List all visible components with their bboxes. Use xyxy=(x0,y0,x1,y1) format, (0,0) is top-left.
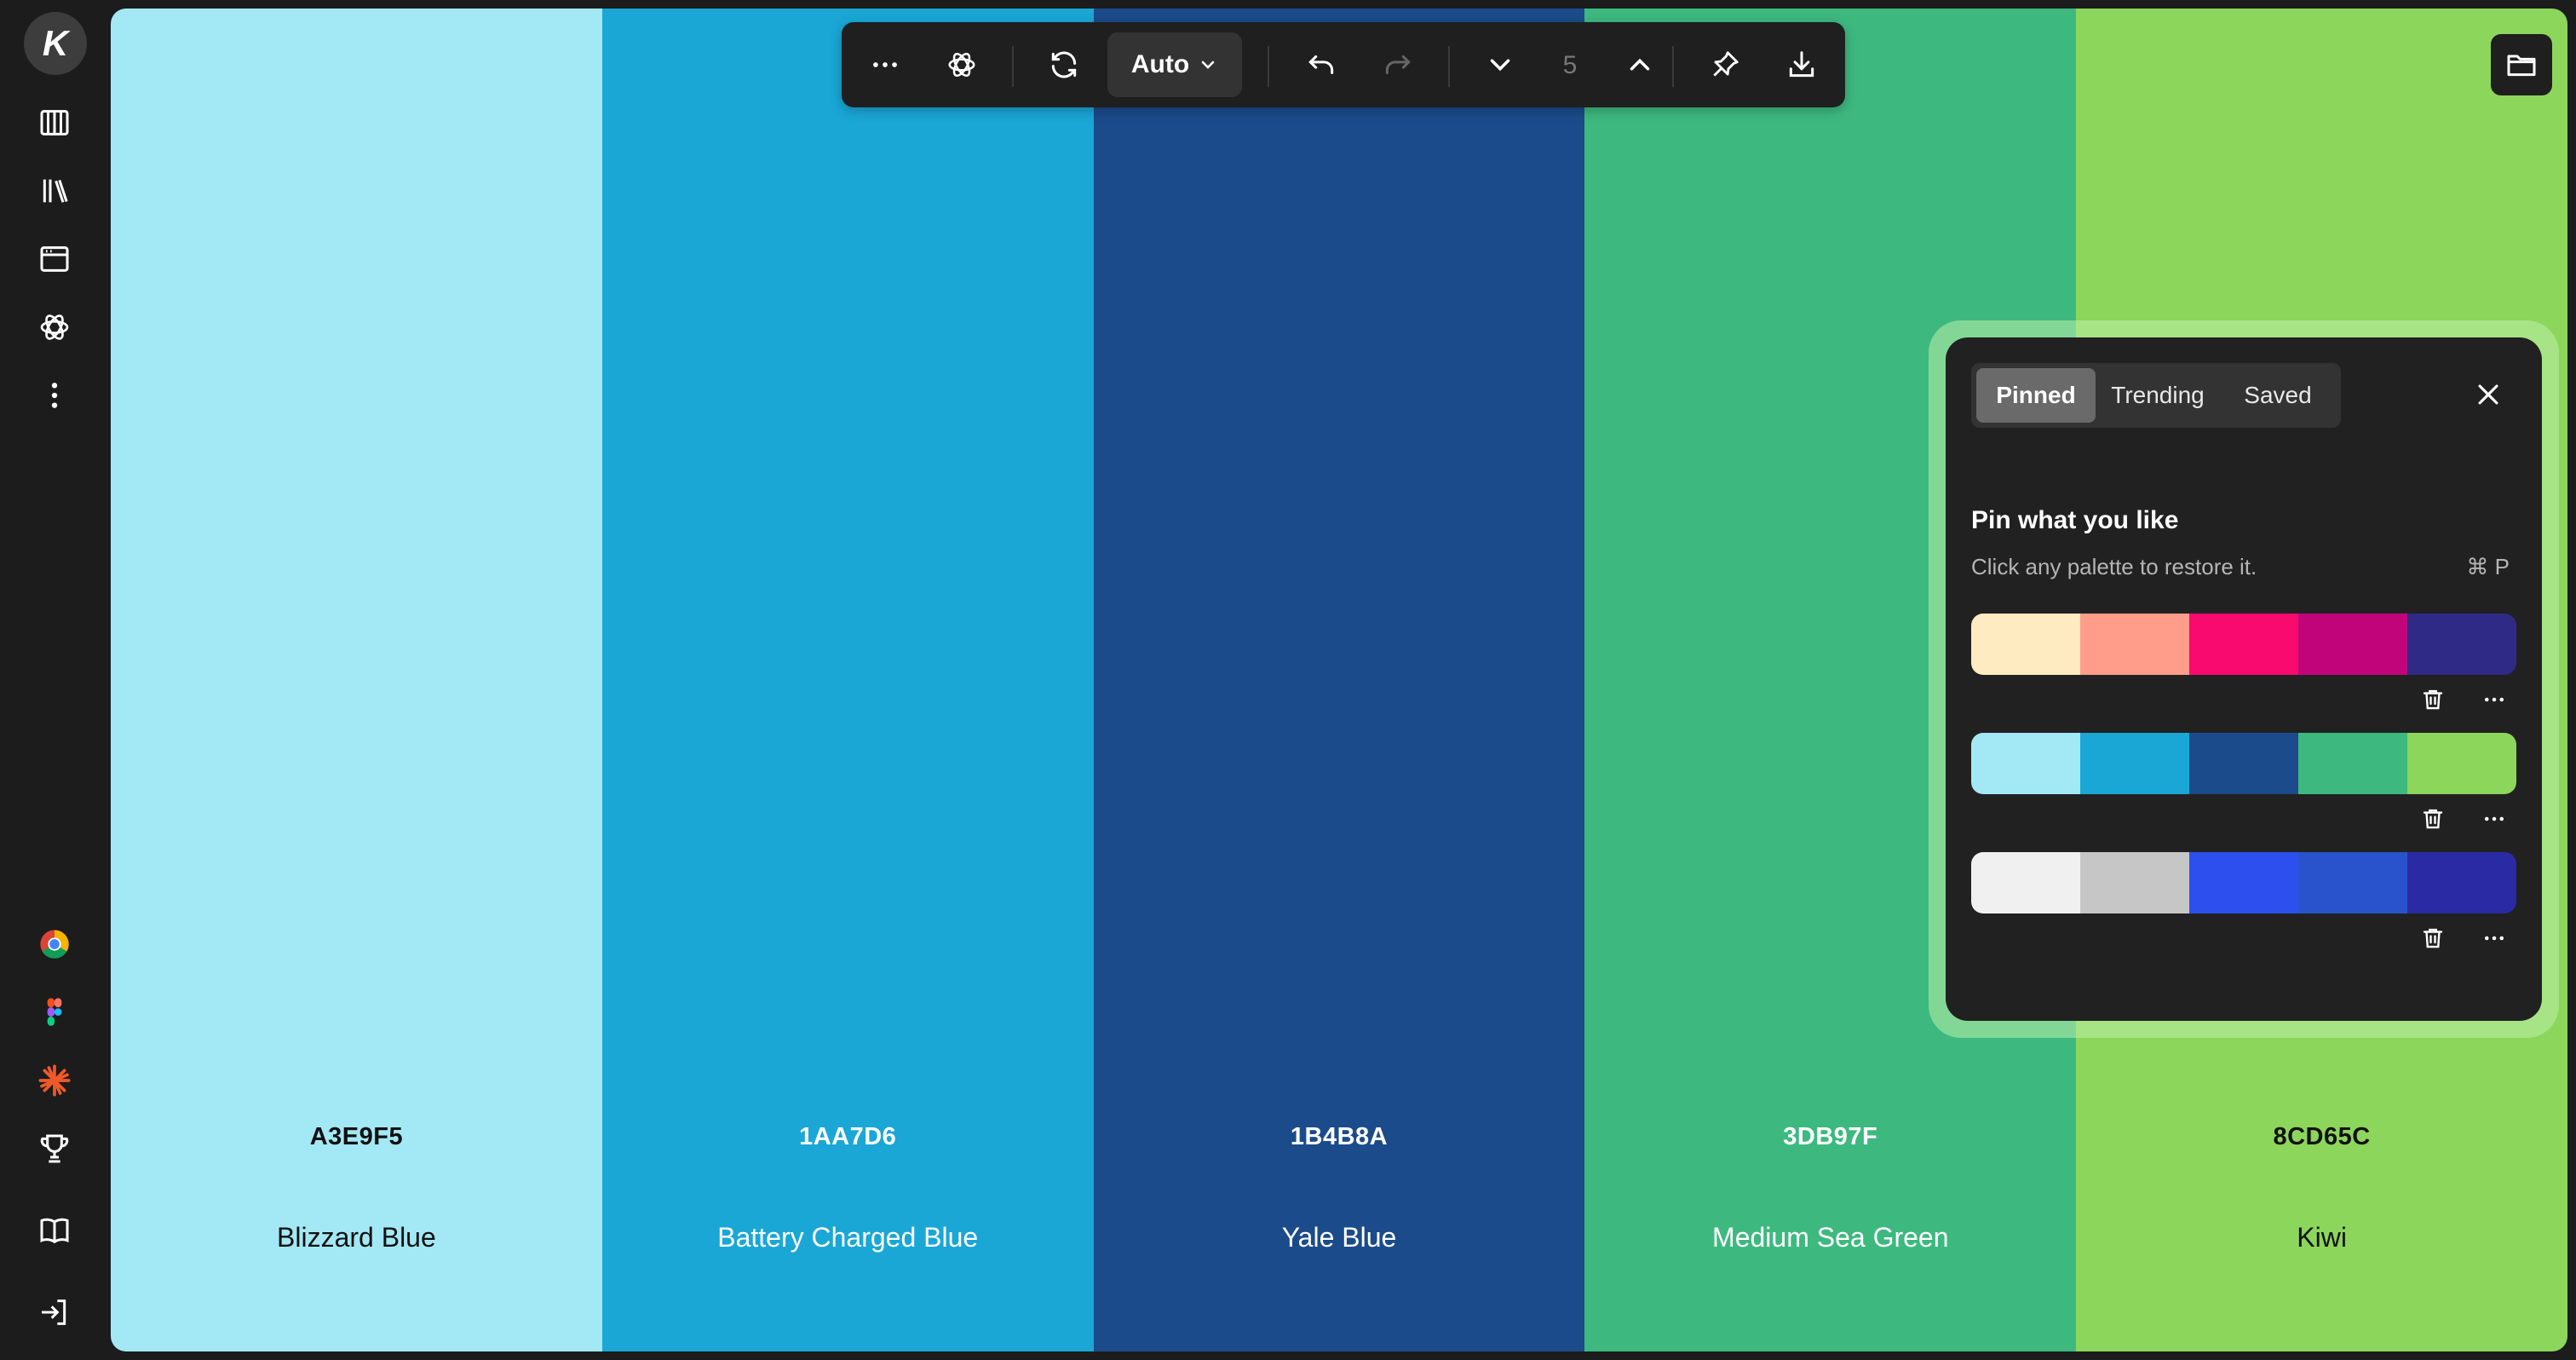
swatch-name: Kiwi xyxy=(2297,1222,2347,1253)
palette-color xyxy=(1971,614,2080,675)
redo-icon[interactable] xyxy=(1377,43,1419,86)
sign-in-icon[interactable] xyxy=(34,1292,75,1333)
columns-icon[interactable] xyxy=(34,102,75,143)
palette-color xyxy=(2080,852,2189,913)
pinned-palette-2[interactable] xyxy=(1971,733,2516,794)
burst-icon[interactable] xyxy=(34,1060,75,1101)
palette-color xyxy=(2298,852,2407,913)
download-icon[interactable] xyxy=(1780,43,1823,86)
toolbar-divider xyxy=(1672,46,1674,87)
swatch-1[interactable]: A3E9F5 Blizzard Blue xyxy=(111,9,602,1351)
palette-color xyxy=(2080,733,2189,794)
shortcut-hint: ⌘ P xyxy=(2466,554,2510,579)
swatch-name: Medium Sea Green xyxy=(1712,1222,1949,1253)
pin-icon[interactable] xyxy=(1704,43,1746,86)
sidebar: K xyxy=(0,0,109,1360)
swatch-hex[interactable]: A3E9F5 xyxy=(111,1123,602,1151)
chrome-icon[interactable] xyxy=(34,924,75,965)
library-icon[interactable] xyxy=(34,170,75,211)
palette-color xyxy=(2407,614,2516,675)
pinned-palette-3[interactable] xyxy=(1971,852,2516,913)
panel-tabs: Pinned Trending Saved xyxy=(1971,363,2341,428)
folder-button[interactable] xyxy=(2491,34,2552,95)
trash-icon[interactable] xyxy=(2414,681,2452,718)
more-horizontal-icon[interactable] xyxy=(2475,800,2513,838)
swatch-name: Battery Charged Blue xyxy=(717,1222,979,1253)
refresh-icon[interactable] xyxy=(1043,43,1085,86)
swatch-3[interactable]: 1B4B8A Yale Blue xyxy=(1093,9,1585,1351)
panel-subtitle: Click any palette to restore it. xyxy=(1971,554,2257,579)
tab-trending[interactable]: Trending xyxy=(2096,368,2220,423)
swatch-hex[interactable]: 1B4B8A xyxy=(1094,1123,1585,1151)
more-horizontal-icon[interactable] xyxy=(2475,919,2513,957)
undo-icon[interactable] xyxy=(1300,43,1343,86)
palette-color xyxy=(2298,614,2407,675)
palette-color xyxy=(1971,852,2080,913)
openai-icon[interactable] xyxy=(34,307,75,348)
swatch-name: Blizzard Blue xyxy=(277,1222,436,1253)
close-icon xyxy=(2478,384,2498,405)
palette-color xyxy=(2407,852,2516,913)
panel-title: Pin what you like xyxy=(1971,506,2179,534)
palette-color xyxy=(1971,733,2080,794)
tab-saved[interactable]: Saved xyxy=(2220,368,2336,423)
close-button[interactable] xyxy=(2467,373,2510,416)
palette-count: 5 xyxy=(1562,51,1578,79)
trash-icon[interactable] xyxy=(2414,919,2452,957)
swatch-hex[interactable]: 3DB97F xyxy=(1584,1123,2076,1151)
more-horizontal-icon[interactable] xyxy=(864,43,906,86)
book-icon[interactable] xyxy=(34,1210,75,1251)
toolbar-divider xyxy=(1268,46,1269,87)
app-logo[interactable]: K xyxy=(24,12,87,75)
palette-color xyxy=(2298,733,2407,794)
palette-color xyxy=(2407,733,2516,794)
trophy-icon[interactable] xyxy=(34,1128,75,1169)
swatch-hex[interactable]: 1AA7D6 xyxy=(602,1123,1094,1151)
trash-icon[interactable] xyxy=(2414,800,2452,838)
tab-pinned[interactable]: Pinned xyxy=(1976,368,2096,423)
palette-color xyxy=(2189,733,2298,794)
folder-icon xyxy=(2507,55,2536,77)
palette-color xyxy=(2189,852,2298,913)
openai-icon[interactable] xyxy=(940,43,983,86)
toolbar: Auto 5 xyxy=(842,22,1845,107)
palette-color xyxy=(2189,614,2298,675)
toolbar-divider xyxy=(1012,46,1014,87)
auto-mode-label: Auto xyxy=(1130,50,1190,78)
browser-window-icon[interactable] xyxy=(34,239,75,279)
arrow-up-icon[interactable] xyxy=(1619,43,1661,86)
arrow-down-icon[interactable] xyxy=(1479,43,1521,86)
chevron-down-icon xyxy=(1201,61,1215,69)
more-vertical-icon[interactable] xyxy=(34,375,75,416)
pinned-panel: Pinned Trending Saved Pin what you like … xyxy=(1946,337,2542,1021)
palette-color xyxy=(2080,614,2189,675)
swatch-2[interactable]: 1AA7D6 Battery Charged Blue xyxy=(601,9,1094,1351)
pinned-palette-1[interactable] xyxy=(1971,614,2516,675)
more-horizontal-icon[interactable] xyxy=(2475,681,2513,718)
toolbar-divider xyxy=(1448,46,1450,87)
swatch-hex[interactable]: 8CD65C xyxy=(2076,1123,2567,1151)
swatch-name: Yale Blue xyxy=(1281,1222,1397,1253)
auto-mode-dropdown[interactable]: Auto xyxy=(1107,32,1242,97)
figma-icon[interactable] xyxy=(34,992,75,1033)
